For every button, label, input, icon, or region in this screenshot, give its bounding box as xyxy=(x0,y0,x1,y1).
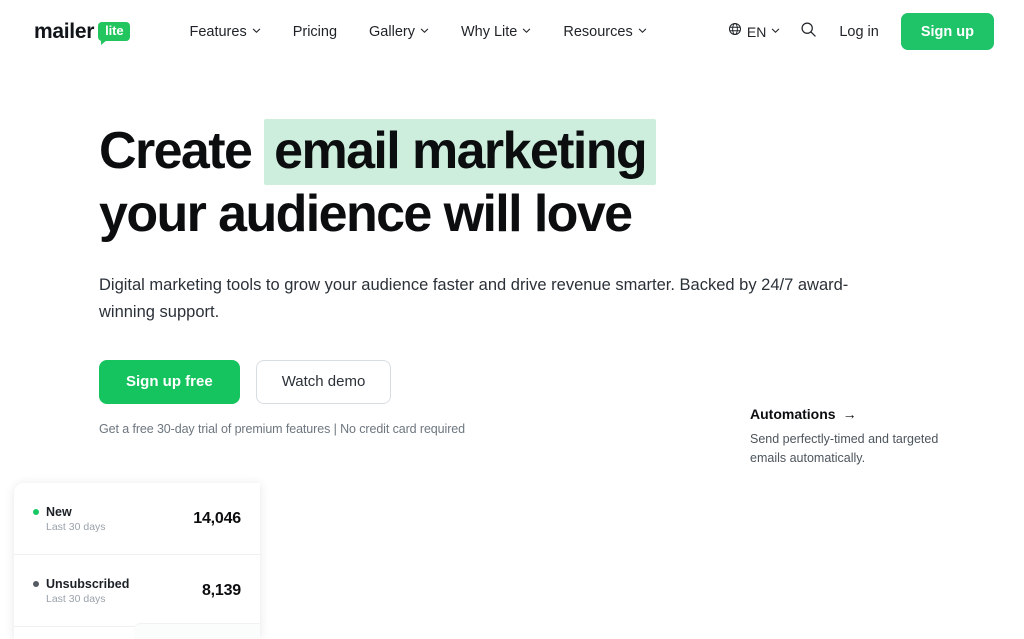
primary-nav: Features Pricing Gallery Why Lite Resour… xyxy=(189,24,646,40)
arrow-right-icon: → xyxy=(842,406,857,422)
headline-highlight: email marketing xyxy=(264,119,657,185)
product-showcase: Email campaigns → Create engaging, dynam… xyxy=(0,478,1024,639)
search-button[interactable] xyxy=(800,21,817,43)
stat-row: New Last 30 days 14,046 xyxy=(14,483,260,555)
stats-card-footer-sliver xyxy=(134,623,260,639)
nav-item-features[interactable]: Features xyxy=(189,24,260,40)
automations-description: Send perfectly-timed and targeted emails… xyxy=(750,432,939,465)
nav-label: Features xyxy=(189,23,247,40)
automations-promo: Automations → Send perfectly-timed and t… xyxy=(750,406,965,467)
logo-wordmark: mailer xyxy=(34,19,95,43)
header-actions: EN Log in Sign up xyxy=(728,13,994,50)
nav-label: Gallery xyxy=(369,23,415,40)
stat-period: Last 30 days xyxy=(46,592,106,605)
nav-label: Resources xyxy=(563,23,633,40)
headline-line1-lead: Create xyxy=(99,122,253,180)
stat-value: 14,046 xyxy=(193,509,241,527)
language-label: EN xyxy=(746,23,767,40)
headline-line2: your audience will love xyxy=(99,184,633,243)
search-icon xyxy=(800,21,817,43)
stat-name-unsubscribed: Unsubscribed xyxy=(33,577,129,591)
chevron-down-icon xyxy=(420,26,429,35)
nav-item-gallery[interactable]: Gallery xyxy=(369,24,429,40)
language-selector[interactable]: EN xyxy=(728,22,780,41)
stat-row: Unsubscribed Last 30 days 8,139 xyxy=(14,555,260,627)
hero-cta-row: Sign up free Watch demo xyxy=(99,359,1024,404)
page-root: mailer lite Features Pricing Gallery Why… xyxy=(0,0,1024,639)
page-title: Create email marketing your audience wil… xyxy=(99,119,799,246)
stat-label: New xyxy=(46,504,72,519)
chevron-down-icon xyxy=(522,26,531,35)
logo-badge: lite xyxy=(98,21,131,46)
nav-item-resources[interactable]: Resources xyxy=(563,24,646,40)
chevron-down-icon xyxy=(252,26,261,35)
stat-period: Last 30 days xyxy=(46,520,106,533)
stat-name-new: New xyxy=(33,505,106,519)
hero-subheading: Digital marketing tools to grow your aud… xyxy=(99,275,849,321)
nav-item-why-lite[interactable]: Why Lite xyxy=(461,24,531,40)
subscriber-stats-card: New Last 30 days 14,046 Unsubscribed Las… xyxy=(14,483,260,639)
stat-value: 8,139 xyxy=(201,581,241,599)
automations-title: Automations xyxy=(750,406,836,422)
mailerlite-logo[interactable]: mailer lite xyxy=(34,19,131,46)
stat-label: Unsubscribed xyxy=(46,576,130,591)
site-header: mailer lite Features Pricing Gallery Why… xyxy=(0,0,1024,63)
nav-label: Pricing xyxy=(292,23,338,40)
nav-label: Why Lite xyxy=(460,23,518,40)
globe-icon xyxy=(728,22,742,41)
status-dot-icon xyxy=(33,508,39,515)
watch-demo-button[interactable]: Watch demo xyxy=(255,359,392,404)
stat-labels: New Last 30 days xyxy=(33,505,106,533)
stat-labels: Unsubscribed Last 30 days xyxy=(33,577,129,605)
automations-link[interactable]: Automations → xyxy=(750,406,965,422)
login-link[interactable]: Log in xyxy=(839,24,879,40)
nav-item-pricing[interactable]: Pricing xyxy=(293,24,337,40)
chevron-down-icon xyxy=(638,26,647,35)
hero-section: Create email marketing your audience wil… xyxy=(0,63,1024,436)
signup-free-button[interactable]: Sign up free xyxy=(99,359,240,404)
status-dot-icon xyxy=(33,580,39,587)
signup-button[interactable]: Sign up xyxy=(900,13,994,50)
chevron-down-icon xyxy=(771,26,780,35)
